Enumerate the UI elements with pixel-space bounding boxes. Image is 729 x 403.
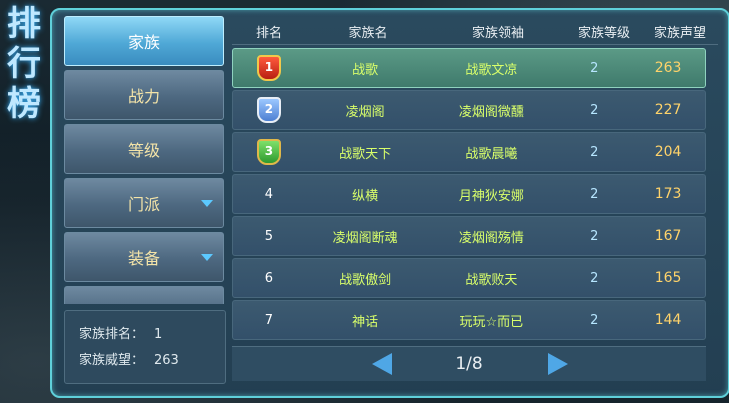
table-row[interactable]: 7 神话 玩玩☆而已 2 144 <box>232 300 706 340</box>
family-level: 2 <box>590 186 599 202</box>
family-rank-value: 1 <box>154 327 163 342</box>
table-row[interactable]: 1 战歌 战歌文凉 2 263 <box>232 48 706 88</box>
category-tabs: 家族 战力 等级 门派 装备 同伴 <box>64 16 224 304</box>
rank-number: 4 <box>264 186 274 202</box>
family-summary: 家族排名： 1 家族威望： 263 <box>64 310 226 384</box>
family-name: 战歌天下 <box>339 146 392 162</box>
tab-companion[interactable]: 同伴 <box>64 286 224 304</box>
tab-level[interactable]: 等级 <box>64 124 224 174</box>
ranking-table: 排名 家族名 家族领袖 家族等级 家族声望 1 战歌 战歌文凉 2 263 2 … <box>232 18 718 344</box>
family-fame-value: 263 <box>154 353 179 368</box>
family-fame: 165 <box>654 270 682 286</box>
family-level: 2 <box>590 312 599 328</box>
rank-cell: 3 <box>233 139 305 165</box>
header-family-level: 家族等级 <box>577 25 630 41</box>
family-level: 2 <box>590 270 599 286</box>
family-fame-row: 家族威望： 263 <box>79 349 179 368</box>
tab-sect[interactable]: 门派 <box>64 178 224 228</box>
table-row[interactable]: 5 凌烟阁断魂 凌烟阁殇情 2 167 <box>232 216 706 256</box>
next-page-arrow-icon[interactable] <box>548 353 568 375</box>
page-indicator: 1/8 <box>455 354 483 374</box>
rank-cell: 1 <box>233 55 305 81</box>
bronze-medal-icon: 3 <box>256 139 281 165</box>
family-level: 2 <box>590 144 599 160</box>
family-fame: 263 <box>654 60 682 76</box>
family-name: 凌烟阁断魂 <box>332 230 398 246</box>
dropdown-arrow-icon <box>201 254 213 261</box>
leaderboard-title: 排 行 榜 <box>2 4 46 124</box>
rank-number: 3 <box>264 144 274 158</box>
family-rank-row: 家族排名： 1 <box>79 323 162 342</box>
dropdown-arrow-icon <box>201 200 213 207</box>
family-name: 战歌傲剑 <box>339 272 392 288</box>
table-row[interactable]: 3 战歌天下 战歌晨曦 2 204 <box>232 132 706 172</box>
family-leader: 战歌晨曦 <box>465 146 518 162</box>
table-row[interactable]: 2 凌烟阁 凌烟阁微醺 2 227 <box>232 90 706 130</box>
header-rank: 排名 <box>255 25 282 41</box>
pagination: 1/8 <box>232 346 706 381</box>
family-leader: 凌烟阁殇情 <box>458 230 524 246</box>
tab-label: 家族 <box>127 33 160 52</box>
title-char: 行 <box>7 44 41 84</box>
family-name: 凌烟阁 <box>345 104 385 120</box>
family-fame: 227 <box>654 102 682 118</box>
header-leader: 家族领袖 <box>471 25 524 41</box>
family-leader: 凌烟阁微醺 <box>458 104 524 120</box>
rank-number: 7 <box>264 312 274 328</box>
tab-family[interactable]: 家族 <box>64 16 224 66</box>
title-char: 榜 <box>7 84 41 124</box>
tab-label: 门派 <box>127 195 160 214</box>
family-leader: 玩玩☆而已 <box>459 314 524 330</box>
family-leader: 战歌败天 <box>465 272 518 288</box>
family-level: 2 <box>590 228 599 244</box>
prev-page-arrow-icon[interactable] <box>372 353 392 375</box>
family-fame: 144 <box>654 312 682 328</box>
rank-cell: 2 <box>233 97 305 123</box>
header-family-fame: 家族声望 <box>653 25 706 41</box>
tab-label: 装备 <box>127 249 160 268</box>
table-row[interactable]: 6 战歌傲剑 战歌败天 2 165 <box>232 258 706 298</box>
tab-combat-power[interactable]: 战力 <box>64 70 224 120</box>
silver-medal-icon: 2 <box>256 97 281 123</box>
tab-label: 等级 <box>127 141 160 160</box>
family-fame: 204 <box>654 144 682 160</box>
family-name: 战歌 <box>352 62 379 78</box>
header-family-name: 家族名 <box>348 25 388 41</box>
family-fame: 173 <box>654 186 682 202</box>
family-fame: 167 <box>654 228 682 244</box>
family-leader: 月神狄安娜 <box>458 188 524 204</box>
gold-medal-icon: 1 <box>256 55 281 81</box>
table-row[interactable]: 4 纵横 月神狄安娜 2 173 <box>232 174 706 214</box>
family-name: 神话 <box>352 314 379 330</box>
rank-number: 1 <box>264 60 274 74</box>
rank-number: 6 <box>264 270 274 286</box>
table-header: 排名 家族名 家族领袖 家族等级 家族声望 <box>232 18 718 45</box>
title-char: 排 <box>7 4 41 44</box>
family-rank-label: 家族排名： <box>79 327 145 342</box>
tab-label: 战力 <box>127 87 160 106</box>
rank-number: 2 <box>264 102 274 116</box>
family-level: 2 <box>590 60 599 76</box>
family-leader: 战歌文凉 <box>465 62 518 78</box>
family-name: 纵横 <box>352 188 379 204</box>
family-level: 2 <box>590 102 599 118</box>
family-fame-label: 家族威望： <box>79 353 145 368</box>
rank-number: 5 <box>264 228 274 244</box>
tab-equipment[interactable]: 装备 <box>64 232 224 282</box>
tab-label: 同伴 <box>128 299 160 304</box>
